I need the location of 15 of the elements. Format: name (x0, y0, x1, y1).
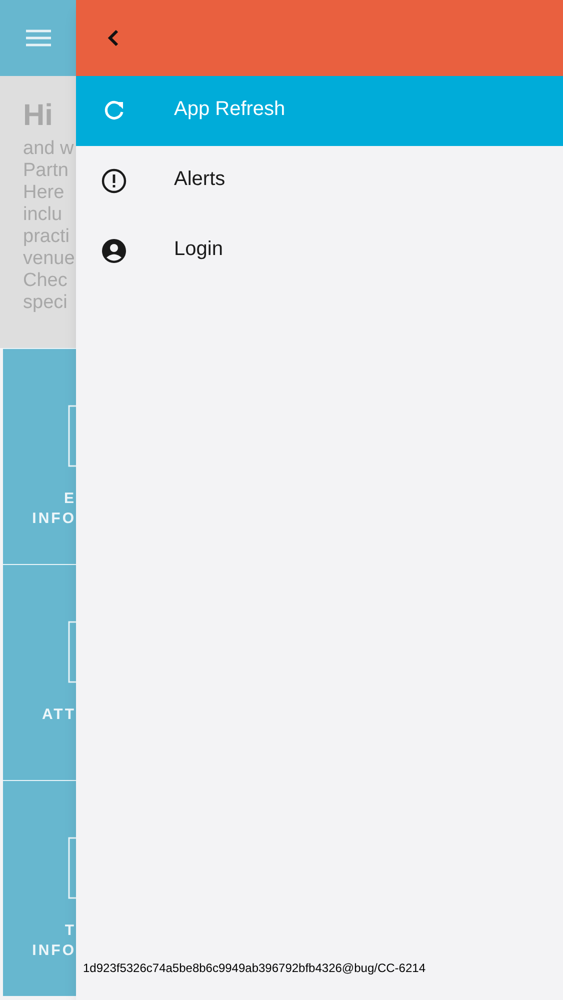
menu-item[interactable]: Alerts (76, 146, 563, 216)
person-icon (101, 238, 127, 264)
menu-tile[interactable]: T INFO (3, 780, 76, 996)
build-id: 1d923f5326c74a5be8b6c9949ab396792bfb4326@bug/CC-6214 (82, 960, 426, 977)
menu-tile[interactable]: E INFO (3, 348, 76, 564)
back-icon[interactable] (107, 29, 119, 47)
menu-item[interactable]: Login (76, 216, 563, 286)
tile-label: INFO (32, 941, 76, 961)
tile-label: INFO (32, 509, 76, 529)
exclamation-icon (101, 168, 127, 194)
tile-label: E (64, 489, 76, 509)
menu-tile[interactable]: ATT (3, 564, 76, 780)
tile-label: T (64, 921, 76, 941)
menu-item[interactable]: App Refresh (76, 76, 563, 146)
tile-label: ATT (42, 705, 76, 725)
